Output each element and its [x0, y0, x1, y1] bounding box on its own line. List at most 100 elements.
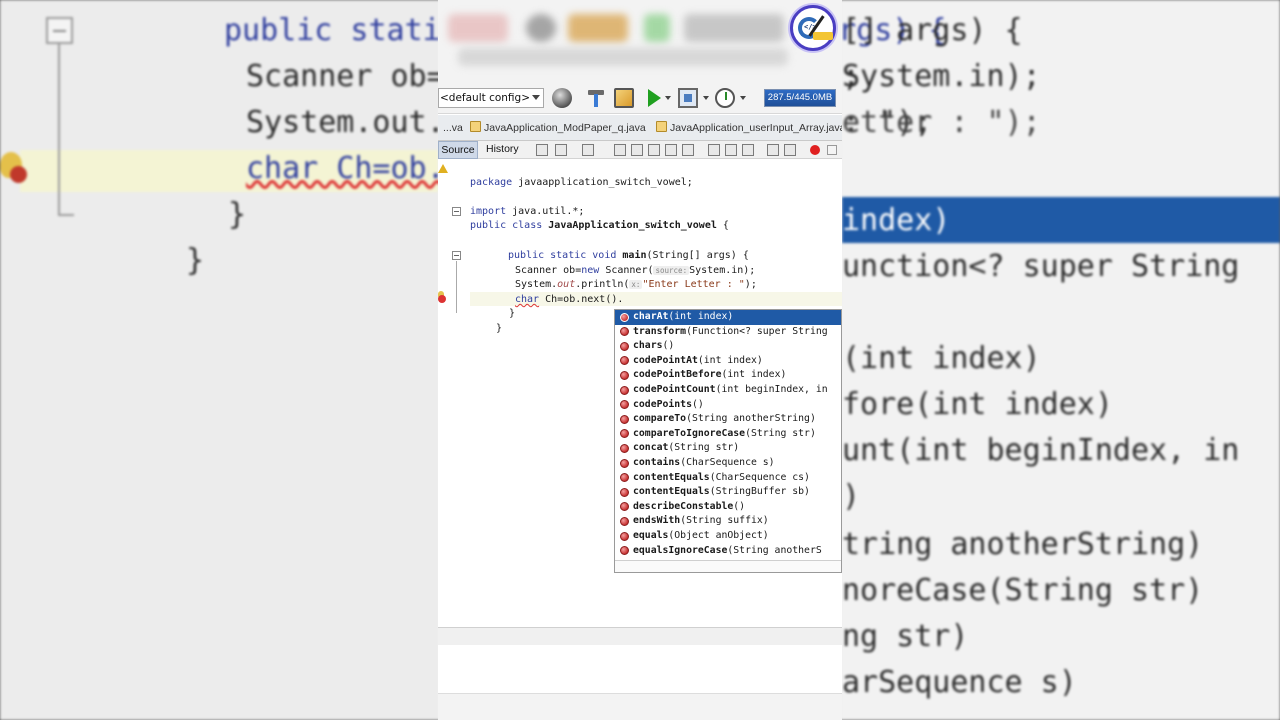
- shift-left-icon[interactable]: [767, 144, 779, 156]
- method-name: main: [622, 250, 647, 261]
- completion-item[interactable]: chars(): [615, 339, 841, 354]
- last-edit-icon[interactable]: [582, 144, 594, 156]
- background-fragment: noreCase(String str): [842, 573, 1204, 608]
- build-hammer-icon[interactable]: [586, 88, 606, 108]
- code-completion-popup[interactable]: charAt(int index) transform(Function<? su…: [614, 309, 842, 573]
- globe-icon[interactable]: [552, 88, 572, 108]
- method-icon: [620, 531, 629, 541]
- completion-item[interactable]: compareTo(String anotherString): [615, 412, 841, 427]
- param-hint: x:: [629, 280, 643, 289]
- completion-item[interactable]: transform(Function<? super String: [615, 325, 841, 340]
- completion-item[interactable]: codePointCount(int beginIndex, in: [615, 383, 841, 398]
- config-select[interactable]: <default config>: [438, 88, 544, 108]
- code-line: package javaapplication_switch_vowel;: [470, 176, 693, 190]
- code-text: System.in);: [689, 265, 756, 276]
- completion-item[interactable]: charAt(int index): [615, 310, 841, 325]
- find-next-icon[interactable]: [648, 144, 660, 156]
- status-strip: [438, 627, 842, 645]
- clean-build-icon[interactable]: [614, 88, 634, 108]
- method-icon: [620, 487, 629, 497]
- fold-toggle-icon[interactable]: [452, 251, 461, 260]
- background-fold-icon: [46, 17, 73, 44]
- completion-item[interactable]: codePointAt(int index): [615, 354, 841, 369]
- completion-item[interactable]: compareToIgnoreCase(String str): [615, 427, 841, 442]
- method-icon: [620, 370, 629, 380]
- run-play-icon[interactable]: [648, 89, 661, 107]
- completion-item[interactable]: contentEquals(CharSequence cs): [615, 471, 841, 486]
- method-icon: [620, 327, 629, 337]
- completion-params: (Function<? super String: [686, 325, 828, 337]
- completion-item[interactable]: contains(CharSequence s): [615, 456, 841, 471]
- completion-item[interactable]: codePoints(): [615, 398, 841, 413]
- tab-source[interactable]: Source: [438, 141, 478, 159]
- completion-item[interactable]: equals(Object anObject): [615, 529, 841, 544]
- completion-params: (int beginIndex, in: [715, 384, 828, 395]
- toggle-highlight-icon[interactable]: [665, 144, 677, 156]
- string-literal: "Enter Letter : ": [642, 279, 745, 290]
- completion-item[interactable]: describeConstable(): [615, 500, 841, 515]
- keyword: char: [515, 294, 540, 305]
- completion-method-name: codePointBefore: [633, 369, 722, 381]
- chevron-down-icon[interactable]: [665, 96, 671, 100]
- chevron-down-icon[interactable]: [740, 96, 746, 100]
- rect-select-icon[interactable]: [682, 144, 694, 156]
- code-text: );: [744, 279, 757, 290]
- completion-text: endsWith(String suffix): [633, 514, 769, 529]
- completion-params: (StringBuffer sb): [709, 486, 810, 498]
- completion-text: compareToIgnoreCase(String str): [633, 427, 816, 442]
- method-icon: [620, 312, 629, 322]
- completion-item[interactable]: contentEquals(StringBuffer sb): [615, 485, 841, 500]
- completion-method-name: equalsIgnoreCase: [633, 544, 728, 556]
- back-icon[interactable]: [536, 144, 548, 156]
- code-text: Ch=ob.next().: [539, 294, 624, 305]
- profile-icon[interactable]: [715, 88, 735, 108]
- code-text: javaapplication_switch_vowel;: [512, 177, 693, 188]
- stop-macro-icon[interactable]: [810, 145, 820, 155]
- find-prev-icon[interactable]: [631, 144, 643, 156]
- shift-right-icon[interactable]: [784, 144, 796, 156]
- fold-toggle-icon[interactable]: [452, 207, 461, 216]
- chevron-down-icon[interactable]: [703, 96, 709, 100]
- completion-params: (CharSequence cs): [709, 471, 810, 483]
- tab-userinput-array[interactable]: JavaApplication_userInput_Array.java×: [656, 119, 842, 139]
- background-fragment: index): [842, 203, 951, 238]
- keyword: package: [470, 177, 513, 188]
- tab-overflow[interactable]: ...va: [443, 119, 463, 139]
- completion-item[interactable]: codePointBefore(int index): [615, 368, 841, 383]
- field-name: out: [557, 279, 576, 290]
- next-bookmark-icon[interactable]: [725, 144, 737, 156]
- error-icon[interactable]: [438, 295, 446, 303]
- method-icon: [620, 414, 629, 424]
- find-icon[interactable]: [614, 144, 626, 156]
- completion-params: (CharSequence s): [680, 457, 775, 468]
- debug-icon[interactable]: [678, 88, 698, 108]
- record-macro-icon[interactable]: [827, 145, 837, 155]
- completion-item[interactable]: equalsIgnoreCase(String anotherS: [615, 544, 841, 559]
- keyword: public class: [470, 220, 543, 231]
- completion-method-name: charAt: [633, 311, 669, 322]
- completion-text: codePointBefore(int index): [633, 368, 786, 383]
- completion-item[interactable]: concat(String str): [615, 441, 841, 456]
- ide-window: </> <default config> 287.5/445.0MB ...va…: [438, 0, 842, 720]
- editor-tab-bar: ...va JavaApplication_ModPaper_q.java Ja…: [438, 115, 842, 141]
- forward-icon[interactable]: [555, 144, 567, 156]
- background-fragment: arSequence s): [842, 665, 1077, 700]
- code-text: (String[] args) {: [646, 250, 749, 261]
- blurred-menu-item: [684, 14, 784, 42]
- toggle-bookmark-icon[interactable]: [742, 144, 754, 156]
- method-icon: [620, 502, 629, 512]
- prev-bookmark-icon[interactable]: [708, 144, 720, 156]
- background-fold-end: [58, 214, 74, 216]
- tab-history[interactable]: History: [486, 141, 519, 159]
- method-icon: [620, 546, 629, 556]
- completion-text: codePointAt(int index): [633, 354, 763, 369]
- completion-footer: [615, 560, 841, 572]
- code-line: public class JavaApplication_switch_vowe…: [470, 219, 729, 233]
- tab-modpaper[interactable]: JavaApplication_ModPaper_q.java: [470, 119, 646, 139]
- main-toolbar: <default config> 287.5/445.0MB: [438, 82, 842, 114]
- memory-indicator[interactable]: 287.5/445.0MB: [764, 89, 836, 107]
- fold-guide: [456, 261, 457, 313]
- tab-label: JavaApplication_ModPaper_q.java: [484, 122, 646, 134]
- completion-item[interactable]: endsWith(String suffix): [615, 514, 841, 529]
- completion-method-name: codePointCount: [633, 384, 716, 395]
